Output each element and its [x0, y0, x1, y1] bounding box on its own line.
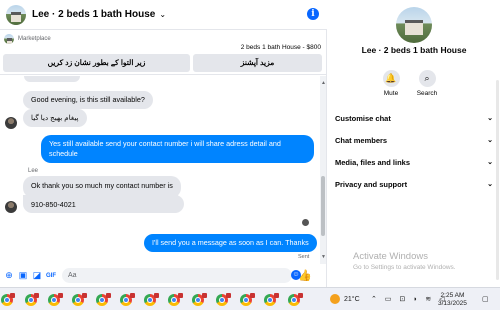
sidebar-title: Lee · 2 beds 1 bath House [361, 45, 467, 55]
scroll-down-icon[interactable]: ▼ [321, 254, 326, 260]
message-bubble-outgoing: Yes still available send your contact nu… [41, 135, 314, 163]
listing-title[interactable]: 2 beds 1 bath House - $800 [241, 44, 321, 51]
message-input[interactable]: Aa [62, 268, 292, 283]
scroll-up-icon[interactable]: ▲ [321, 80, 326, 86]
avatar[interactable] [5, 117, 17, 129]
notification-badge [130, 293, 135, 298]
chat-avatar[interactable] [6, 4, 26, 25]
sticker-icon[interactable]: ◪ [32, 270, 42, 281]
marketplace-label: Marketplace [18, 36, 51, 42]
activate-windows-subtitle: Go to Settings to activate Windows. [353, 264, 456, 271]
sidebar-item-label: Privacy and support [335, 179, 408, 189]
message-bubble-incoming: پیغام بھیج دیا گیا [23, 109, 87, 127]
chat-title[interactable]: Lee · 2 beds 1 bath House [32, 9, 155, 20]
emoji-icon[interactable]: ☺ [291, 270, 301, 280]
activate-windows-title: Activate Windows [353, 251, 428, 262]
scroll-thumb[interactable] [321, 176, 325, 236]
messenger-app: Lee · 2 beds 1 bath House ⌄ i Marketplac… [0, 0, 500, 310]
notification-badge [178, 293, 183, 298]
sidebar-item-label: Media, files and links [335, 157, 411, 167]
conversation-sidebar: Lee · 2 beds 1 bath House 🔔 Mute ⌕ Searc… [328, 0, 500, 287]
sun-icon[interactable] [330, 294, 340, 304]
notification-badge [202, 293, 207, 298]
notification-badge [34, 293, 39, 298]
bell-icon: 🔔 [382, 70, 400, 87]
notifications-icon[interactable]: ▢ [482, 295, 489, 303]
mute-label: Mute [383, 90, 399, 97]
notification-badge [106, 293, 111, 298]
clock-time: 2:25 AM [440, 292, 465, 299]
sidebar-item-media[interactable]: Media, files and links ⌄ [335, 154, 493, 170]
notification-badge [298, 293, 303, 298]
scrollbar[interactable]: ▲ ▼ [320, 76, 326, 264]
notification-badge [274, 293, 279, 298]
sender-name: Lee [28, 168, 39, 174]
chevron-down-icon: ⌄ [487, 159, 493, 166]
sidebar-item-customise-chat[interactable]: Customise chat ⌄ [335, 110, 493, 126]
notification-badge [82, 293, 87, 298]
notification-badge [226, 293, 231, 298]
chevron-down-icon[interactable]: ⌄ [159, 10, 166, 19]
search-button[interactable]: ⌕ Search [407, 70, 447, 97]
notification-badge [154, 293, 159, 298]
sidebar-scrollbar[interactable] [496, 80, 499, 280]
avatar[interactable] [5, 201, 17, 213]
chat-header: Lee · 2 beds 1 bath House ⌄ i [0, 0, 327, 30]
image-icon[interactable]: ▣ [18, 270, 28, 281]
taskbar: 21°C ⌃ ▭ ⊡ ◗ ≋ ◁ 2:25 AM 3/13/2025 ▢ [0, 287, 500, 310]
composer: ⊕ ▣ ◪ GIF Aa 👍 [0, 264, 327, 287]
sent-status: Sent [298, 254, 310, 260]
sidebar-item-chat-members[interactable]: Chat members ⌄ [335, 132, 493, 148]
notification-badge [58, 293, 63, 298]
system-tray-icons[interactable]: ⌃ ▭ ⊡ ◗ ≋ ◁ [371, 295, 448, 303]
previous-message-fragment [24, 76, 80, 82]
message-bubble-incoming: Good evening, is this still available? [23, 91, 153, 109]
sidebar-item-privacy[interactable]: Privacy and support ⌄ [335, 176, 493, 192]
notification-badge [250, 293, 255, 298]
chevron-down-icon: ⌄ [487, 115, 493, 122]
search-icon: ⌕ [418, 70, 436, 87]
listing-thumbnail[interactable] [4, 34, 14, 44]
plus-icon[interactable]: ⊕ [4, 270, 14, 281]
clock[interactable]: 2:25 AM 3/13/2025 [438, 292, 467, 308]
gif-icon[interactable]: GIF [46, 271, 56, 281]
mark-pending-button[interactable]: زیر التوا کے بطور نشان زد کریں [3, 54, 190, 72]
chat-panel: Lee · 2 beds 1 bath House ⌄ i Marketplac… [0, 0, 327, 287]
clock-date: 3/13/2025 [438, 300, 467, 307]
message-bubble-incoming: 910-850-4021 [23, 195, 184, 213]
info-icon[interactable]: i [307, 8, 319, 20]
seen-avatar [302, 219, 309, 226]
sidebar-item-label: Chat members [335, 135, 388, 145]
sidebar-item-label: Customise chat [335, 113, 391, 123]
search-label: Search [416, 90, 438, 97]
chevron-down-icon: ⌄ [487, 181, 493, 188]
message-bubble-outgoing: I'll send you a message as soon as I can… [144, 234, 317, 252]
mute-button[interactable]: 🔔 Mute [371, 70, 411, 97]
weather-temperature[interactable]: 21°C [344, 296, 360, 303]
message-list: Good evening, is this still available? پ… [0, 76, 320, 264]
sidebar-avatar[interactable] [396, 7, 432, 43]
notification-badge [10, 293, 15, 298]
more-options-button[interactable]: مزید آپشنز [193, 54, 322, 72]
chevron-down-icon: ⌄ [487, 137, 493, 144]
